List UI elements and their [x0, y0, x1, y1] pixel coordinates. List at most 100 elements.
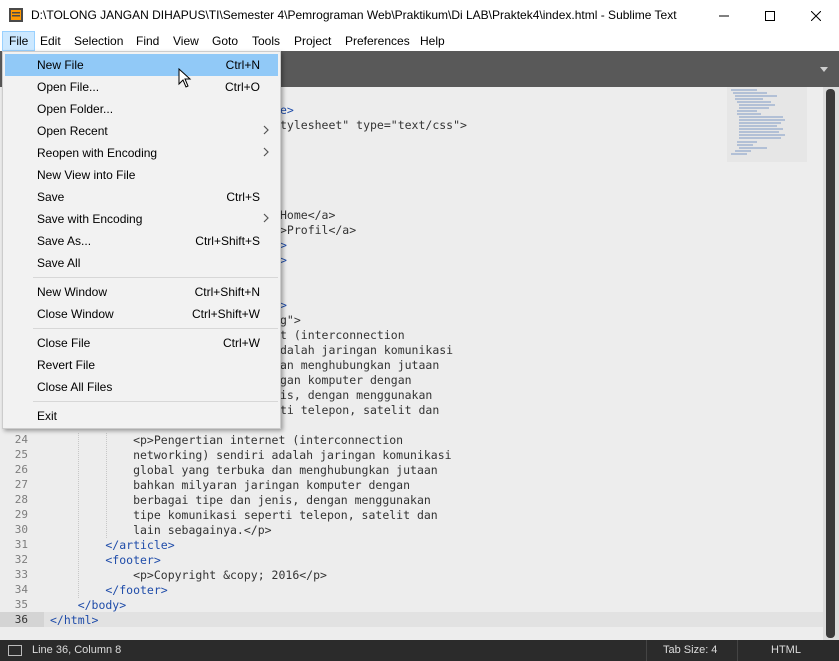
line-number-active: 36: [14, 613, 28, 626]
menu-separator: [33, 328, 278, 329]
menu-find[interactable]: Find: [130, 31, 165, 51]
menu-project[interactable]: Project: [288, 31, 337, 51]
menu-item-label: Exit: [37, 409, 58, 423]
code-fragment: >: [280, 238, 287, 252]
code-fragment: >: [280, 253, 287, 267]
code-fragment-text: >Profil</a>: [280, 223, 357, 237]
menu-item-exit[interactable]: Exit: [5, 405, 278, 427]
menu-item-close-all-files[interactable]: Close All Files: [5, 376, 278, 398]
status-divider: [646, 640, 647, 661]
minimize-button[interactable]: [701, 0, 747, 31]
menu-item-shortcut: Ctrl+W: [223, 336, 260, 350]
menu-item-label: Save As...: [37, 234, 92, 248]
code-fragment: dalah jaringan komunikasi: [280, 343, 454, 357]
menu-tools[interactable]: Tools: [246, 31, 286, 51]
menu-item-label: New File: [37, 58, 84, 72]
tab-size-selector[interactable]: Tab Size: 4: [663, 644, 717, 656]
menu-item-shortcut: Ctrl+S: [226, 190, 260, 204]
code-line: </body>: [50, 598, 127, 612]
menu-selection[interactable]: Selection: [68, 31, 129, 51]
submenu-arrow-icon: [263, 213, 269, 223]
minimap[interactable]: [727, 87, 807, 167]
cursor-position: Line 36, Column 8: [32, 644, 122, 656]
window-title: D:\TOLONG JANGAN DIHAPUS\TI\Semester 4\P…: [31, 8, 677, 22]
code-fragment: >: [280, 298, 287, 312]
sublime-text-app-icon[interactable]: [9, 8, 23, 22]
syntax-selector[interactable]: HTML: [771, 644, 801, 656]
menu-item-label: Save All: [37, 256, 81, 270]
code-fragment-text: tylesheet" type="text/css">: [280, 118, 467, 132]
line-number: 31: [14, 538, 28, 551]
menu-goto[interactable]: Goto: [206, 31, 244, 51]
code-fragment-text: Home</a>: [280, 208, 336, 222]
menu-item-reopen-with-encoding[interactable]: Reopen with Encoding: [5, 142, 278, 164]
menu-item-save[interactable]: Save Ctrl+S: [5, 186, 278, 208]
menu-item-close-window[interactable]: Close Window Ctrl+Shift+W: [5, 303, 278, 325]
code-line: bahkan milyaran jaringan komputer dengan: [50, 478, 411, 492]
code-fragment: >Profil</a>: [280, 223, 356, 238]
code-line: </footer>: [50, 583, 168, 597]
menu-item-label: New View into File: [37, 168, 136, 182]
menu-item-label: Close All Files: [37, 380, 113, 394]
line-number: 32: [14, 553, 28, 566]
line-number: 29: [14, 508, 28, 521]
menu-item-label: Reopen with Encoding: [37, 146, 158, 160]
menu-item-open-folder[interactable]: Open Folder...: [5, 98, 278, 120]
panel-toggle-icon[interactable]: [8, 645, 22, 656]
line-number: 24: [14, 433, 28, 446]
close-button[interactable]: [793, 0, 839, 31]
vertical-scrollbar[interactable]: [823, 87, 839, 640]
menu-item-label: Open File...: [37, 80, 100, 94]
minimize-icon: [719, 15, 729, 16]
code-line: </article>: [50, 538, 175, 552]
code-line: <footer>: [50, 553, 161, 567]
menu-item-label: Revert File: [37, 358, 96, 372]
code-fragment: Home</a>: [280, 208, 335, 223]
menu-item-new-file[interactable]: New File Ctrl+N: [5, 54, 278, 76]
line-number: 30: [14, 523, 28, 536]
menu-item-save-with-encoding[interactable]: Save with Encoding: [5, 208, 278, 230]
maximize-button[interactable]: [747, 0, 793, 31]
code-line: lain sebagainya.</p>: [50, 523, 272, 537]
menu-item-open-recent[interactable]: Open Recent: [5, 120, 278, 142]
menu-item-new-window[interactable]: New Window Ctrl+Shift+N: [5, 281, 278, 303]
menu-bar: File Edit Selection Find View Goto Tools…: [0, 31, 839, 52]
line-number: 27: [14, 478, 28, 491]
status-bar: Line 36, Column 8 Tab Size: 4 HTML: [0, 640, 839, 661]
code-line-active: </html>: [50, 613, 99, 627]
menu-separator: [33, 401, 278, 402]
maximize-icon: [765, 10, 775, 21]
title-bar: D:\TOLONG JANGAN DIHAPUS\TI\Semester 4\P…: [0, 0, 839, 31]
scrollbar-thumb[interactable]: [826, 89, 835, 638]
menu-item-new-view-into-file[interactable]: New View into File: [5, 164, 278, 186]
line-number: 34: [14, 583, 28, 596]
menu-file[interactable]: File: [2, 31, 36, 51]
file-menu-dropdown: New File Ctrl+N Open File... Ctrl+O Open…: [2, 51, 281, 429]
menu-help[interactable]: Help: [414, 31, 451, 51]
menu-item-shortcut: Ctrl+Shift+W: [191, 307, 260, 321]
code-fragment: ti telepon, satelit dan: [280, 403, 440, 417]
code-line: <p>Copyright &copy; 2016</p>: [50, 568, 327, 582]
menu-item-save-as[interactable]: Save As... Ctrl+Shift+S: [5, 230, 278, 252]
menu-edit[interactable]: Edit: [34, 31, 67, 51]
menu-separator: [33, 277, 278, 278]
code-fragment: an menghubungkan jutaan: [280, 358, 440, 372]
menu-item-close-file[interactable]: Close File Ctrl+W: [5, 332, 278, 354]
menu-item-shortcut: Ctrl+O: [224, 80, 260, 94]
menu-item-save-all[interactable]: Save All: [5, 252, 278, 274]
code-line: tipe komunikasi seperti telepon, satelit…: [50, 508, 438, 522]
menu-preferences[interactable]: Preferences: [339, 31, 416, 51]
menu-view[interactable]: View: [167, 31, 205, 51]
menu-item-shortcut: Ctrl+Shift+S: [195, 234, 260, 248]
line-number: 28: [14, 493, 28, 506]
menu-item-label: Open Recent: [37, 124, 108, 138]
active-line-background: [44, 612, 823, 627]
code-fragment: is, dengan menggunakan: [280, 388, 433, 402]
menu-item-revert-file[interactable]: Revert File: [5, 354, 278, 376]
menu-item-label: Close Window: [37, 307, 114, 321]
code-fragment-text: e>: [280, 103, 294, 117]
tab-dropdown-icon[interactable]: [819, 64, 829, 74]
code-fragment: t (interconnection: [280, 328, 405, 342]
menu-item-open-file[interactable]: Open File... Ctrl+O: [5, 76, 278, 98]
menu-item-shortcut: Ctrl+Shift+N: [194, 285, 260, 299]
